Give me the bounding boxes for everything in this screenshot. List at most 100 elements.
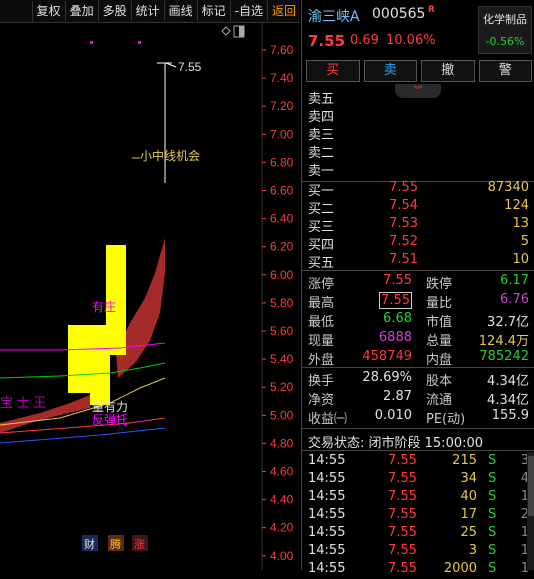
- divider: [302, 367, 534, 368]
- quote-panel: 渝三峡A 000565 R 7.55 0.69 10.06% 化学制品 -0.5…: [301, 0, 534, 576]
- tick-row: 14:55 7.55 34 S 4: [302, 471, 534, 489]
- candle-bar: [68, 325, 90, 393]
- book-row[interactable]: 买四 7.52 5: [302, 234, 534, 253]
- tick-row: 14:55 7.55 25 S 1: [302, 525, 534, 543]
- tick-time: 14:55: [308, 525, 346, 540]
- book-price: 7.52: [389, 234, 418, 249]
- back-button[interactable]: 返回: [266, 1, 300, 21]
- stat-value-total-vol: 124.4万: [478, 334, 529, 349]
- draw-line-button[interactable]: 画线: [163, 1, 197, 21]
- cancel-button[interactable]: 撤: [421, 60, 475, 82]
- sell-button[interactable]: 卖: [363, 60, 417, 82]
- stat-label-low: 最低: [308, 315, 335, 330]
- tencent-badge[interactable]: 腾: [110, 537, 121, 551]
- tick-row: 14:55 7.55 40 S 1: [302, 489, 534, 507]
- divider: [302, 270, 534, 271]
- industry-box[interactable]: 化学制品 -0.56%: [478, 6, 532, 54]
- scroll-thumb[interactable]: [528, 456, 534, 516]
- peak-arrow: [165, 62, 177, 68]
- y-axis: 7.60 7.40 7.20 7.00 6.80 6.60 6.40 6.20 6.00 5.80…: [262, 43, 294, 563]
- stat-label-limit-up: 涨停: [308, 277, 335, 292]
- trade-status: 交易状态: 闭市阶段 15:00:00: [308, 436, 484, 451]
- alert-button[interactable]: 警: [478, 60, 532, 82]
- book-price: 7.55: [389, 180, 418, 195]
- industry-name: 化学制品: [483, 13, 527, 26]
- y-tick-label: 6.40: [270, 212, 294, 226]
- book-level-label: 卖二: [308, 146, 335, 161]
- stock-name[interactable]: 渝三峡A: [308, 6, 360, 26]
- book-row[interactable]: 卖五: [302, 88, 534, 107]
- statistics-button[interactable]: 统计: [130, 1, 164, 21]
- y-tick-label: 7.40: [270, 71, 294, 85]
- restore-rights-button[interactable]: 复权: [31, 1, 65, 21]
- tick-side: S: [488, 453, 497, 468]
- stat-value-outer: 458749: [362, 349, 412, 364]
- tick-row: 14:55 7.55 3 S 1: [302, 543, 534, 561]
- diamond-icon[interactable]: [221, 26, 231, 36]
- stat-label-outer: 外盘: [308, 353, 335, 368]
- book-price: 7.51: [389, 252, 418, 267]
- tick-side: S: [488, 561, 497, 576]
- book-row[interactable]: 卖二: [302, 142, 534, 161]
- stat-label-limit-down: 跌停: [426, 277, 453, 292]
- stat-label-high: 最高: [308, 296, 335, 311]
- stat-value-pe: 155.9: [491, 408, 529, 423]
- mark-button[interactable]: 标记: [196, 1, 230, 21]
- tick-price: 7.55: [388, 453, 417, 468]
- book-row[interactable]: 买二 7.54 124: [302, 198, 534, 217]
- stock-code: 000565: [372, 6, 426, 22]
- tick-volume: 40: [460, 489, 477, 504]
- finance-badge[interactable]: 财: [84, 537, 95, 551]
- panel-toggle-fill: [239, 26, 244, 37]
- divider: [302, 428, 534, 429]
- tick-volume: 215: [452, 453, 477, 468]
- kline-chart[interactable]: 7.55 小中线机会 有庄 量有力 反弹托 宝 士 王 7.60 7.40 7.20…: [0, 23, 300, 570]
- dealer-annotation: 有庄: [92, 299, 116, 314]
- book-level-label: 卖三: [308, 128, 335, 143]
- tick-side: S: [488, 507, 497, 522]
- stat-value-low: 6.68: [383, 311, 412, 326]
- tick-price: 7.55: [388, 525, 417, 540]
- book-row[interactable]: 卖四: [302, 106, 534, 125]
- tick-volume: 34: [460, 471, 477, 486]
- remove-watchlist-button[interactable]: -自选: [229, 1, 267, 21]
- stat-label-eps: 收益㈠: [308, 412, 348, 427]
- y-tick-label: 4.40: [270, 493, 294, 507]
- book-row[interactable]: 买三 7.53 13: [302, 216, 534, 235]
- book-row[interactable]: 卖三: [302, 124, 534, 143]
- y-tick-label: 4.00: [270, 549, 294, 563]
- tick-volume: 3: [468, 543, 477, 558]
- tick-time: 14:55: [308, 471, 346, 486]
- stat-value-high: 7.55: [379, 292, 412, 309]
- tick-time: 14:55: [308, 543, 346, 558]
- book-level-label: 买五: [308, 256, 335, 271]
- multi-stock-button[interactable]: 多股: [97, 1, 131, 21]
- divider: [302, 450, 534, 451]
- limit-up-badge[interactable]: 涨: [134, 538, 145, 551]
- y-tick-label: 4.60: [270, 465, 294, 479]
- y-tick-label: 6.60: [270, 184, 294, 198]
- left-annotation: 宝 士 王: [0, 395, 46, 410]
- book-row[interactable]: 买五 7.51 10: [302, 252, 534, 271]
- stat-value-shares: 4.34亿: [487, 374, 529, 389]
- stat-value-nav: 2.87: [383, 389, 412, 404]
- tick-side: S: [488, 543, 497, 558]
- rebound-annotation: 反弹托: [92, 413, 128, 427]
- book-row[interactable]: 卖一: [302, 160, 534, 179]
- opportunity-annotation: 小中线机会: [140, 148, 200, 163]
- trade-buttons: 买 卖 撤 警: [306, 60, 532, 82]
- stat-label-float: 流通: [426, 393, 453, 408]
- buy-button[interactable]: 买: [306, 60, 360, 82]
- book-level-label: 买二: [308, 202, 335, 217]
- y-tick-label: 5.80: [270, 296, 294, 310]
- tick-side: S: [488, 471, 497, 486]
- y-tick-label: 6.00: [270, 268, 294, 282]
- last-price: 7.55: [308, 32, 346, 50]
- stat-value-float: 4.34亿: [487, 393, 529, 408]
- stat-label-total-vol: 总量: [426, 334, 453, 349]
- tick-scrollbar[interactable]: [527, 452, 534, 570]
- book-row[interactable]: 买一 7.55 87340: [302, 180, 534, 199]
- overlay-button[interactable]: 叠加: [64, 1, 98, 21]
- quote-header: 渝三峡A 000565 R 7.55 0.69 10.06% 化学制品 -0.5…: [302, 0, 534, 60]
- stat-value-eps: 0.010: [374, 408, 412, 423]
